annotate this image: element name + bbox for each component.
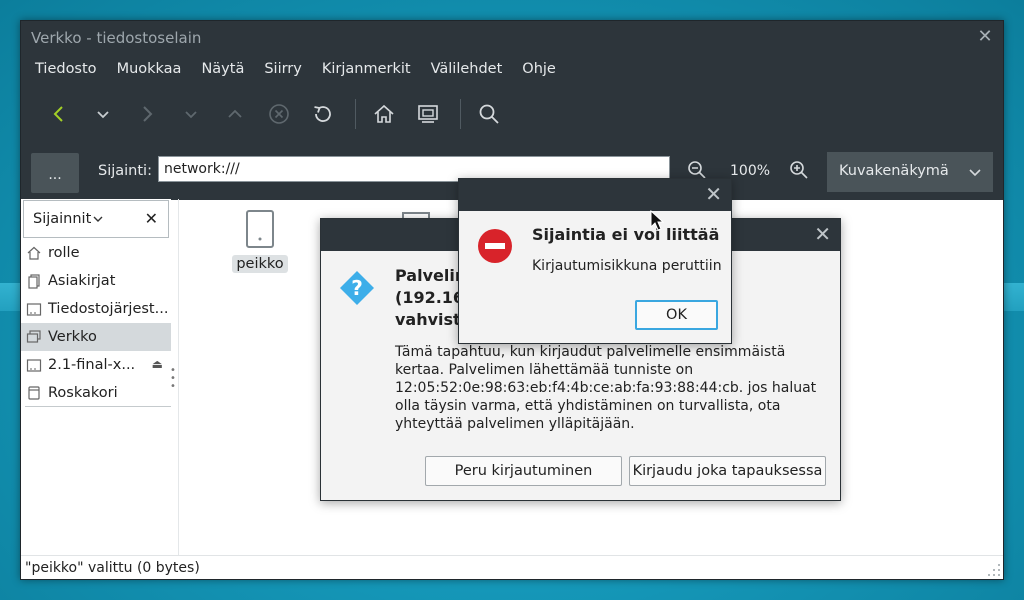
sidebar-item-network[interactable]: Verkko <box>21 323 171 351</box>
sidebar-divider <box>25 406 171 407</box>
dialog-heading: Palvelin (192.16 vahvist <box>395 265 465 331</box>
menu-edit[interactable]: Muokkaa <box>107 61 192 77</box>
zoom-in-icon[interactable] <box>788 159 810 181</box>
toolbar-separator <box>460 99 461 129</box>
location-mode-button[interactable]: ... <box>31 153 79 193</box>
toolbar-separator <box>355 99 356 129</box>
sidebar-item-documents[interactable]: Asiakirjat <box>21 267 171 295</box>
menu-view[interactable]: Näytä <box>191 61 254 77</box>
sidebar-item-label: Asiakirjat <box>48 273 116 289</box>
login-anyway-button[interactable]: Kirjaudu joka tapauksessa <box>629 456 826 486</box>
zoom-level: 100% <box>730 163 771 179</box>
cancel-login-button[interactable]: Peru kirjautuminen <box>425 456 622 486</box>
error-message: Kirjautumisikkuna peruttiin <box>532 258 722 274</box>
dialog-heading-line: (192.16 <box>395 288 465 307</box>
window-title: Verkko - tiedostoselain <box>31 28 202 47</box>
menu-tabs[interactable]: Välilehdet <box>421 61 513 77</box>
chevron-down-icon <box>93 216 103 222</box>
forward-button[interactable] <box>127 94 167 134</box>
documents-icon <box>25 272 43 290</box>
computer-tower-icon <box>246 210 274 248</box>
home-icon <box>374 104 394 123</box>
content-separator <box>178 199 179 555</box>
forward-dropdown-button[interactable] <box>171 94 211 134</box>
reload-button[interactable] <box>303 94 343 134</box>
status-text: "peikko" valittu (0 bytes) <box>25 560 200 576</box>
sidebar-item-label: Roskakori <box>48 385 118 401</box>
trash-icon <box>25 384 43 402</box>
location-label: Sijainti: <box>98 163 152 179</box>
home-icon <box>25 244 43 262</box>
back-button[interactable] <box>39 94 79 134</box>
menu-bookmarks[interactable]: Kirjanmerkit <box>312 61 421 77</box>
history-dropdown-button[interactable] <box>83 94 123 134</box>
error-dialog: ✕ Sijaintia ei voi liittää Kirjautumisik… <box>458 178 732 344</box>
dialog-heading-line: Palvelin <box>395 266 465 285</box>
back-icon <box>53 106 63 122</box>
drive-icon <box>25 356 43 374</box>
menubar: Tiedosto Muokkaa Näytä Siirry Kirjanmerk… <box>21 54 1003 84</box>
search-icon <box>479 104 499 124</box>
dialog-close-icon[interactable]: ✕ <box>705 184 722 204</box>
eject-icon[interactable]: ⏏ <box>152 357 163 371</box>
sidebar-item-usb-drive[interactable]: 2.1-final-x... ⏏ <box>21 351 171 379</box>
drive-icon <box>25 300 43 318</box>
chevron-down-icon <box>969 169 981 177</box>
dialog-titlebar: ✕ <box>459 179 731 211</box>
error-title: Sijaintia ei voi liittää <box>532 225 720 244</box>
menu-go[interactable]: Siirry <box>254 61 312 77</box>
menu-file[interactable]: Tiedosto <box>25 61 107 77</box>
file-item-label: peikko <box>232 255 288 273</box>
dialog-heading-line: vahvist <box>395 310 461 329</box>
view-mode-label: Kuvakenäkymä <box>839 163 949 179</box>
stop-button[interactable] <box>259 94 299 134</box>
sidebar-close-icon[interactable]: ✕ <box>145 209 158 228</box>
toolbar <box>21 84 1003 144</box>
status-bar: "peikko" valittu (0 bytes) <box>21 555 1003 579</box>
sidebar-item-home[interactable]: rolle <box>21 239 171 267</box>
ok-button[interactable]: OK <box>635 300 718 330</box>
computer-button[interactable] <box>408 94 448 134</box>
question-icon: ? <box>340 271 374 305</box>
dialog-close-icon[interactable]: ✕ <box>814 224 831 244</box>
home-button[interactable] <box>364 94 404 134</box>
computer-icon <box>418 105 438 123</box>
sidebar-item-trash[interactable]: Roskakori <box>21 379 171 407</box>
up-button[interactable] <box>215 94 255 134</box>
svg-text:?: ? <box>351 276 363 300</box>
menu-help[interactable]: Ohje <box>512 61 566 77</box>
forward-icon <box>143 106 153 122</box>
sidebar-item-label: Verkko <box>48 329 97 345</box>
places-sidebar: Sijainnit ✕ rolle Asiakirjat Tiedostojär… <box>21 199 171 555</box>
up-icon <box>228 109 242 118</box>
search-button[interactable] <box>469 94 509 134</box>
mouse-cursor-icon <box>650 210 665 231</box>
chevron-down-icon <box>97 111 109 119</box>
sidebar-item-label: 2.1-final-x... <box>48 357 136 373</box>
dialog-body-text: Tämä tapahtuu, kun kirjaudut palvelimell… <box>395 344 817 432</box>
places-list: rolle Asiakirjat Tiedostojärjest... Verk… <box>21 239 171 407</box>
sidebar-item-label: Tiedostojärjest... <box>48 301 169 317</box>
sidebar-splitter-handle[interactable]: • • • <box>170 366 178 392</box>
reload-icon <box>314 106 331 122</box>
resize-grip-icon[interactable] <box>987 563 1001 577</box>
sidebar-title: Sijainnit <box>33 211 92 227</box>
window-close-icon[interactable]: ✕ <box>975 27 995 47</box>
file-item-peikko[interactable]: peikko <box>231 209 289 273</box>
network-icon <box>25 328 43 346</box>
window-titlebar: Verkko - tiedostoselain ✕ <box>21 21 1003 54</box>
sidebar-item-label: rolle <box>48 245 80 261</box>
stop-icon <box>269 104 289 124</box>
chevron-down-icon <box>185 111 197 119</box>
sidebar-header[interactable]: Sijainnit ✕ <box>23 200 169 238</box>
sidebar-item-filesystem[interactable]: Tiedostojärjest... <box>21 295 171 323</box>
error-icon <box>478 229 512 263</box>
view-mode-select[interactable]: Kuvakenäkymä <box>827 152 993 192</box>
